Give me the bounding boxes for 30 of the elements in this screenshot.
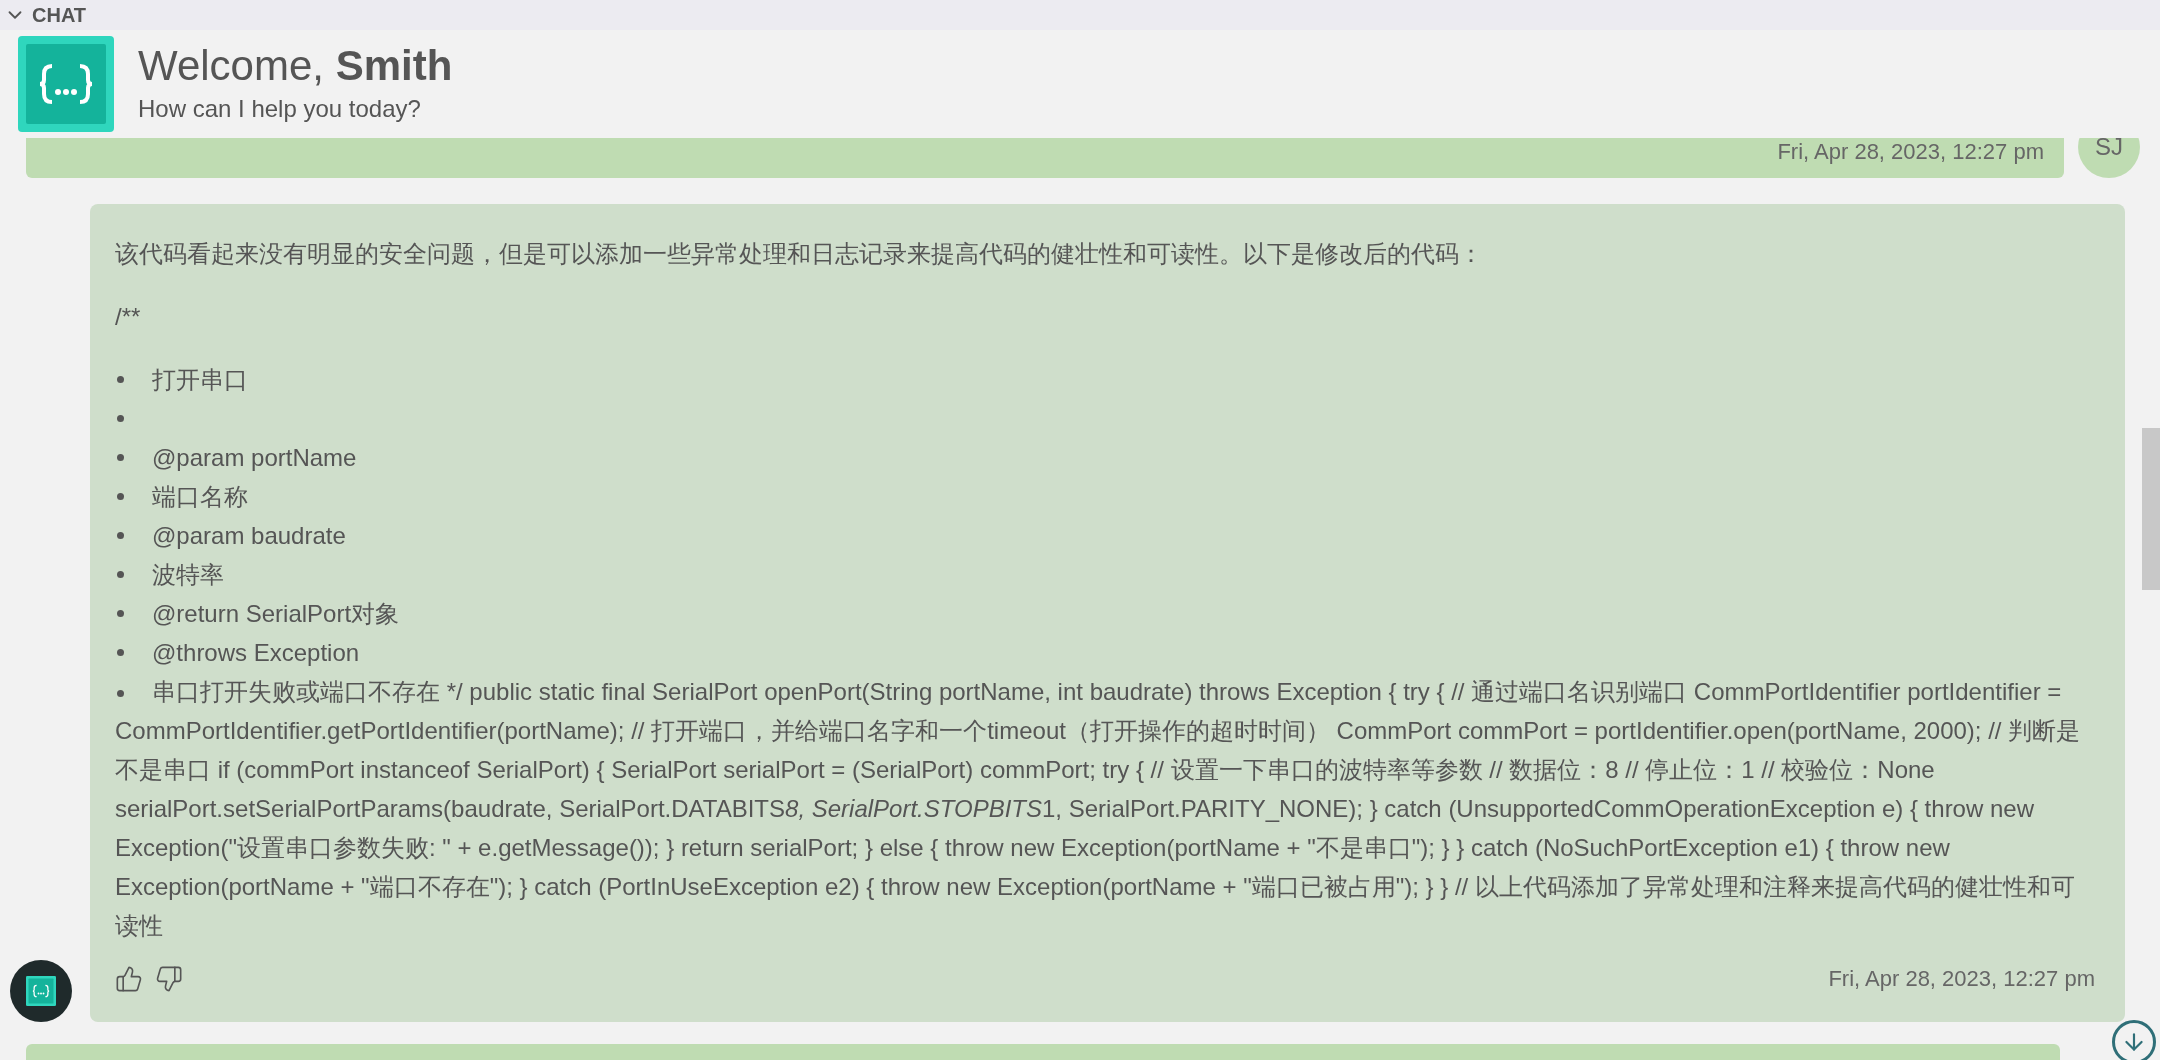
bullet-icon	[117, 571, 124, 578]
bullet-icon	[117, 454, 124, 461]
scrollbar-thumb[interactable]	[2142, 428, 2160, 590]
list-item: @param portName	[152, 443, 357, 473]
message-timestamp: Fri, Apr 28, 2023, 12:27 pm	[1828, 965, 2095, 993]
panel-title: CHAT	[32, 3, 87, 28]
welcome-title: Welcome, Smith	[138, 42, 453, 89]
welcome-subtitle: How can I help you today?	[138, 94, 422, 124]
panel-header[interactable]: CHAT	[0, 0, 2160, 30]
list-item: 串口打开失败或端口不存在 */ public static final SerialPort openPort(String portName, int baudrate) throws Exception { try { // 通过端口名识别端口 CommPortIdentifier portIdentifier = CommPortIdentifier.getPortIdentifier(portName); // 打开端口，并给端口名字和一个timeout（打开操作的超时时间） CommPort commPort = portIdentifier.open(portName, 2000); // 判断是不是串口 if (commPort instanceof SerialPort) { SerialPort serialPort = (SerialPort) commPort; try { // 设置一下串口的波特率等参数 // 数据位：8 // 停止位：1 // 校验位：None serialPort.setSerialPortParams(baudrate, SerialPort.DATABITS8, SerialPort.STOPBITS1, SerialPort.PARITY_NONE); } catch (UnsupportedCommOperationException e) { throw new Exception("设置串口参数失败: " + e.getMessage()); } return serialPort; } else { throw new Exception(portName + "不是串口"); } } catch (NoSuchPortException e1) { throw new Exception(portName + "端口不存在"); } catch (PortInUseException e2) { throw new Exception(portName + "端口已被占用"); } } // 以上代码添加了异常处理和注释来提高代码的健壮性和可读性	[115, 677, 2082, 941]
thumbs-down-icon[interactable]	[155, 964, 183, 993]
bullet-icon	[117, 649, 124, 656]
message-text: 该代码看起来没有明显的安全问题，但是可以添加一些异常处理和日志记录来提高代码的健壮性和可读性。以下是修改后的代码：	[115, 239, 1484, 269]
scroll-down-button[interactable]	[2112, 1020, 2156, 1060]
bullet-icon	[117, 493, 124, 500]
list-item: @param baudrate	[152, 521, 346, 551]
list-item: @throws Exception	[152, 638, 360, 668]
bullet-icon	[117, 415, 124, 422]
bullet-icon	[117, 532, 124, 539]
list-item: 波特率	[152, 560, 224, 590]
list-item: @return SerialPort对象	[152, 599, 400, 629]
bullet-icon	[117, 376, 124, 383]
logo-icon	[18, 36, 114, 132]
message-timestamp: Fri, Apr 28, 2023, 12:27 pm	[1777, 139, 2044, 166]
logo-icon	[26, 976, 56, 1006]
thumbs-up-icon[interactable]	[115, 964, 143, 993]
bullet-icon	[117, 610, 124, 617]
list-item: 端口名称	[152, 482, 248, 512]
code-comment: /**	[115, 302, 142, 332]
list-item: 打开串口	[152, 365, 248, 395]
